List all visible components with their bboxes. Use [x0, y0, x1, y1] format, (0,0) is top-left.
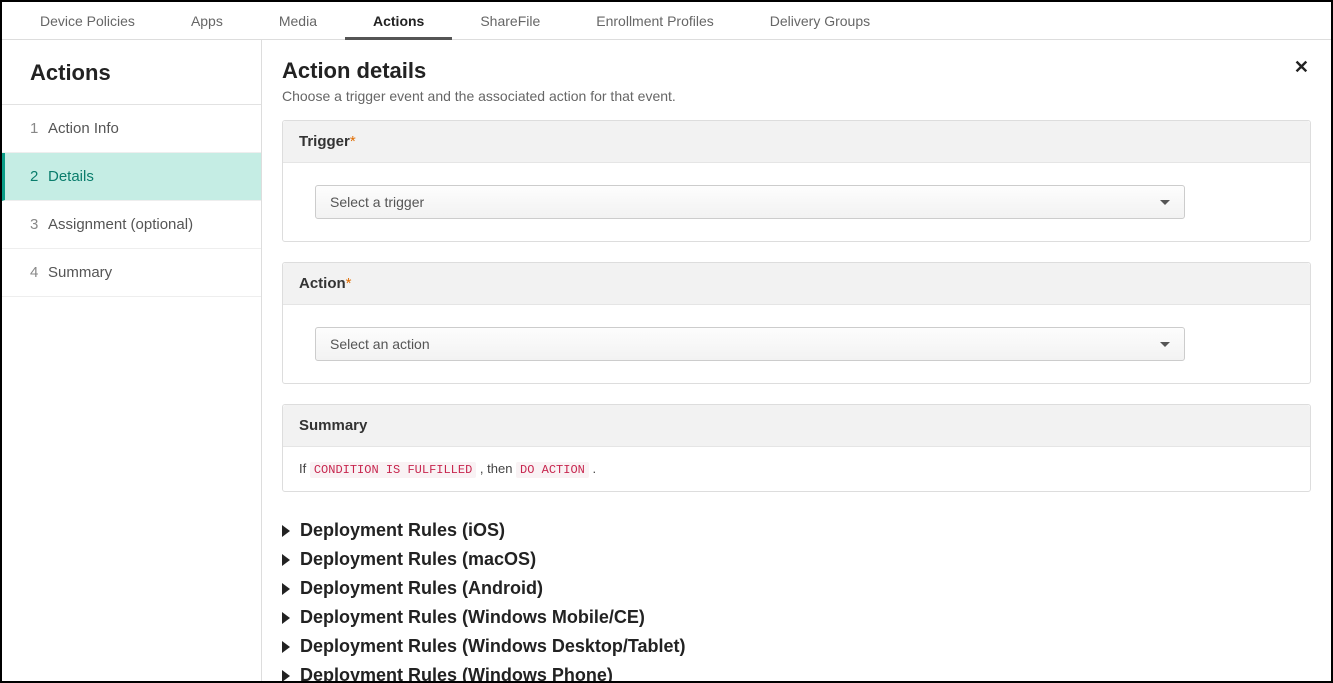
chevron-right-icon [282, 641, 290, 653]
summary-end: . [592, 461, 596, 476]
step-label: Details [48, 168, 94, 185]
summary-panel-header: Summary [283, 405, 1310, 447]
step-assignment[interactable]: 3 Assignment (optional) [2, 201, 261, 249]
deployment-rule-macos[interactable]: Deployment Rules (macOS) [282, 549, 1311, 570]
chevron-right-icon [282, 583, 290, 595]
tab-delivery-groups[interactable]: Delivery Groups [742, 2, 898, 40]
step-details[interactable]: 2 Details [2, 153, 261, 201]
chevron-right-icon [282, 670, 290, 682]
wizard-sidebar: Actions 1 Action Info 2 Details 3 Assign… [2, 40, 262, 681]
rule-label: Deployment Rules (Windows Mobile/CE) [300, 607, 645, 628]
action-label: Action [299, 275, 346, 292]
close-button[interactable]: ✕ [1294, 58, 1309, 76]
rule-label: Deployment Rules (Windows Desktop/Tablet… [300, 636, 686, 657]
chevron-right-icon [282, 525, 290, 537]
trigger-panel-header: Trigger* [283, 121, 1310, 163]
action-panel-header: Action* [283, 263, 1310, 305]
page-title: Action details [282, 58, 1311, 84]
step-number: 1 [30, 120, 48, 137]
summary-condition-token: CONDITION IS FULFILLED [310, 462, 476, 478]
action-dropdown-value: Select an action [330, 336, 430, 352]
summary-if: If [299, 461, 310, 476]
tab-actions[interactable]: Actions [345, 2, 452, 40]
step-number: 2 [30, 168, 48, 185]
action-dropdown[interactable]: Select an action [315, 327, 1185, 361]
rule-label: Deployment Rules (Windows Phone) [300, 665, 613, 681]
tab-sharefile[interactable]: ShareFile [452, 2, 568, 40]
deployment-rule-windows-mobile-ce[interactable]: Deployment Rules (Windows Mobile/CE) [282, 607, 1311, 628]
sidebar-title: Actions [2, 40, 261, 105]
tab-apps[interactable]: Apps [163, 2, 251, 40]
tab-media[interactable]: Media [251, 2, 345, 40]
chevron-right-icon [282, 612, 290, 624]
deployment-rule-windows-desktop-tablet[interactable]: Deployment Rules (Windows Desktop/Tablet… [282, 636, 1311, 657]
deployment-rule-ios[interactable]: Deployment Rules (iOS) [282, 520, 1311, 541]
rule-label: Deployment Rules (Android) [300, 578, 543, 599]
deployment-rule-windows-phone[interactable]: Deployment Rules (Windows Phone) [282, 665, 1311, 681]
deployment-rule-android[interactable]: Deployment Rules (Android) [282, 578, 1311, 599]
caret-down-icon [1160, 342, 1170, 347]
required-marker: * [346, 275, 352, 292]
step-number: 4 [30, 264, 48, 281]
summary-body: If CONDITION IS FULFILLED , then DO ACTI… [283, 447, 1310, 491]
step-label: Summary [48, 264, 112, 281]
action-panel: Action* Select an action [282, 262, 1311, 384]
required-marker: * [350, 133, 356, 150]
deployment-rules-list: Deployment Rules (iOS) Deployment Rules … [282, 520, 1311, 681]
main-content: ✕ Action details Choose a trigger event … [262, 40, 1331, 681]
step-action-info[interactable]: 1 Action Info [2, 105, 261, 153]
rule-label: Deployment Rules (macOS) [300, 549, 536, 570]
rule-label: Deployment Rules (iOS) [300, 520, 505, 541]
summary-panel: Summary If CONDITION IS FULFILLED , then… [282, 404, 1311, 492]
tab-device-policies[interactable]: Device Policies [12, 2, 163, 40]
summary-action-token: DO ACTION [516, 462, 589, 478]
top-tab-bar: Device Policies Apps Media Actions Share… [2, 2, 1331, 40]
trigger-dropdown[interactable]: Select a trigger [315, 185, 1185, 219]
tab-enrollment-profiles[interactable]: Enrollment Profiles [568, 2, 742, 40]
chevron-right-icon [282, 554, 290, 566]
caret-down-icon [1160, 200, 1170, 205]
step-label: Assignment (optional) [48, 216, 193, 233]
page-subtitle: Choose a trigger event and the associate… [282, 88, 1311, 104]
trigger-panel: Trigger* Select a trigger [282, 120, 1311, 242]
trigger-dropdown-value: Select a trigger [330, 194, 424, 210]
summary-then: , then [480, 461, 516, 476]
step-label: Action Info [48, 120, 119, 137]
step-summary[interactable]: 4 Summary [2, 249, 261, 297]
step-number: 3 [30, 216, 48, 233]
trigger-label: Trigger [299, 133, 350, 150]
